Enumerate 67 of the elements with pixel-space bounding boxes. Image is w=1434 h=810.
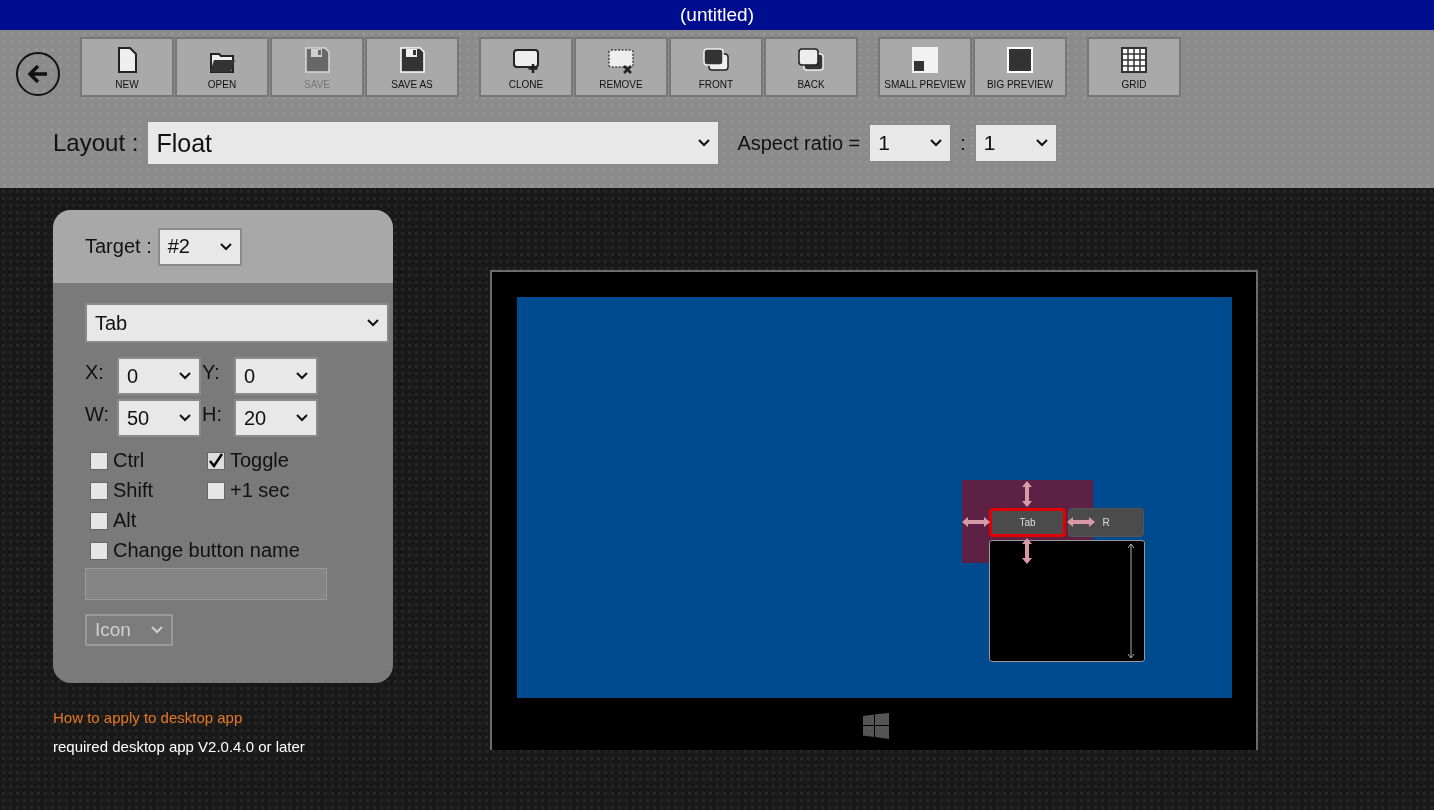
preview-button[interactable]: Tab bbox=[989, 508, 1066, 537]
field-label: W: bbox=[85, 403, 111, 426]
aspect-ratio-label: Aspect ratio = bbox=[737, 131, 861, 155]
checkbox[interactable] bbox=[207, 481, 225, 500]
value-dropdown[interactable]: 20 bbox=[234, 399, 318, 437]
checkbox[interactable] bbox=[90, 481, 108, 500]
target-dropdown[interactable]: #2 bbox=[157, 227, 242, 266]
checkbox-label: Shift bbox=[113, 479, 154, 502]
resize-arrow-icon bbox=[1022, 538, 1032, 564]
checkbox-label: Change button name bbox=[113, 539, 300, 562]
field-label: Y: bbox=[202, 361, 221, 384]
chevron-down-icon bbox=[179, 372, 191, 380]
layout-label: Layout : bbox=[53, 129, 139, 157]
toolbar-button[interactable]: NEW bbox=[80, 37, 174, 97]
scroll-arrow-icon bbox=[1126, 543, 1136, 659]
checkbox[interactable] bbox=[207, 451, 225, 470]
chevron-down-icon bbox=[367, 319, 379, 327]
field-label: H: bbox=[202, 403, 223, 426]
chevron-down-icon bbox=[1035, 139, 1048, 147]
big-preview-icon bbox=[1005, 44, 1035, 75]
checkbox[interactable] bbox=[90, 451, 108, 470]
resize-arrow-icon bbox=[1067, 517, 1095, 527]
toolbar-button[interactable]: REMOVE bbox=[574, 37, 668, 97]
value-dropdown[interactable]: 0 bbox=[117, 357, 201, 395]
checkbox[interactable] bbox=[90, 541, 108, 560]
checkbox-label: +1 sec bbox=[230, 479, 290, 502]
floppy-icon bbox=[397, 44, 427, 75]
floppy-icon bbox=[302, 44, 332, 75]
back-button[interactable] bbox=[16, 52, 60, 96]
toolbar-button[interactable]: CLONE bbox=[479, 37, 573, 97]
checkbox-label: Toggle bbox=[230, 449, 289, 472]
checkbox-label: Alt bbox=[113, 509, 137, 532]
toolbar-button[interactable]: SMALL PREVIEW bbox=[878, 37, 972, 97]
preview-button[interactable]: R bbox=[1068, 508, 1144, 537]
aspect-height-dropdown[interactable]: 1 bbox=[973, 123, 1058, 163]
chevron-down-icon bbox=[296, 372, 308, 380]
toolbar-button[interactable]: SAVE AS bbox=[365, 37, 459, 97]
chevron-down-icon bbox=[151, 626, 163, 634]
toolbar-button[interactable]: FRONT bbox=[669, 37, 763, 97]
toolbar-button[interactable]: GRID bbox=[1087, 37, 1181, 97]
help-link[interactable]: How to apply to desktop app bbox=[53, 709, 440, 726]
back-arrow-icon bbox=[26, 62, 50, 86]
field-label: X: bbox=[85, 361, 105, 384]
aspect-separator: : bbox=[960, 131, 966, 155]
chevron-down-icon bbox=[930, 139, 943, 147]
key-dropdown[interactable]: Tab bbox=[85, 303, 389, 343]
chevron-down-icon bbox=[179, 414, 191, 422]
aspect-width-dropdown[interactable]: 1 bbox=[868, 123, 953, 163]
windows-logo-icon bbox=[863, 713, 889, 739]
version-note: required desktop app V2.0.4.0 or later bbox=[53, 738, 306, 755]
layout-dropdown[interactable]: Float bbox=[146, 120, 721, 166]
checkbox[interactable] bbox=[90, 511, 108, 530]
checkbox-label: Ctrl bbox=[113, 449, 145, 472]
chevron-down-icon bbox=[296, 414, 308, 422]
chevron-down-icon bbox=[698, 139, 711, 147]
toolbar-button[interactable]: OPEN bbox=[175, 37, 269, 97]
window-title: (untitled) bbox=[0, 0, 1434, 30]
value-dropdown[interactable]: 50 bbox=[117, 399, 201, 437]
grid-icon bbox=[1119, 44, 1149, 75]
toolbar-button[interactable]: BACK bbox=[764, 37, 858, 97]
target-label: Target : bbox=[85, 235, 152, 258]
small-preview-icon bbox=[910, 44, 940, 75]
chevron-down-icon bbox=[219, 242, 232, 251]
resize-arrow-icon bbox=[1022, 481, 1032, 507]
toolbar-button[interactable]: BIG PREVIEW bbox=[973, 37, 1067, 97]
resize-arrow-icon bbox=[962, 517, 990, 527]
value-dropdown[interactable]: 0 bbox=[234, 357, 318, 395]
